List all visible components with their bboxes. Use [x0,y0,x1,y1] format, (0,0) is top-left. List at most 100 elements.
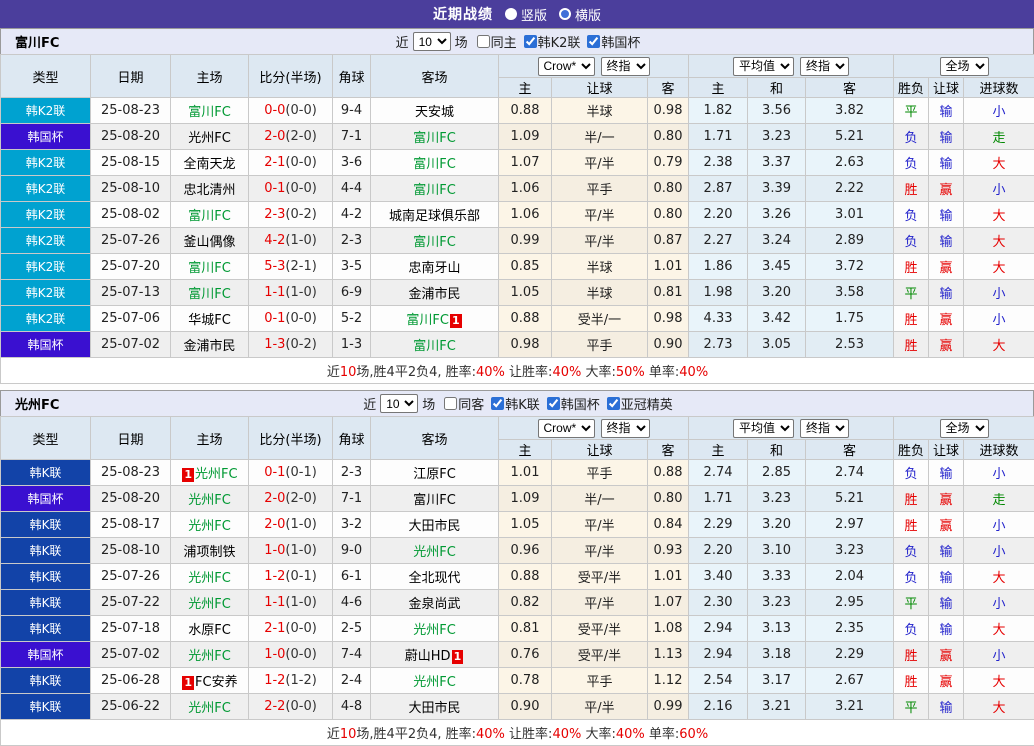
match-row: 韩K联25-08-17光州FC2-0(1-0)3-2大田市民1.05平/半0.8… [1,512,1034,538]
filter-checkbox[interactable]: 韩国杯 [587,32,640,51]
odds-cell: 3.45 [748,254,806,280]
league-badge: 韩国杯 [1,332,91,358]
fulltime-score: 2-2 [264,699,285,714]
odds-source-select[interactable]: 平均值 [733,419,794,438]
rank-badge: 1 [182,676,194,690]
odds-cell: 3.13 [748,616,806,642]
fulltime-score: 2-3 [264,207,285,222]
match-row: 韩K联25-06-22光州FC2-2(0-0)4-8大田市民0.90平/半0.9… [1,694,1034,720]
odds-source-select[interactable]: 终指 [800,419,849,438]
date-cell: 25-06-28 [91,668,171,694]
odds-cell: 1.82 [689,98,748,124]
team-link: 光州FC [188,597,231,612]
filter-checkbox-input[interactable] [524,35,537,48]
filter-checkbox-input[interactable] [547,397,560,410]
filter-checkbox[interactable]: 同客 [444,394,484,413]
halftime-score: (0-2) [285,337,316,352]
odds-cell: 平手 [552,668,648,694]
summary-part: 40% [679,365,708,380]
odds-source-select[interactable]: Crow* [538,57,595,76]
recent-count-select[interactable]: 10 [380,394,418,413]
near-label: 近 [363,394,376,413]
odds-source-header-group: 全场 [894,417,1034,440]
odds-source-select[interactable]: 平均值 [733,57,794,76]
odds-source-select[interactable]: 全场 [940,419,989,438]
odds-column-header: 客 [806,440,894,460]
result-cell: 赢 [929,486,964,512]
odds-source-select[interactable]: 终指 [601,57,650,76]
column-header: 类型 [1,55,91,98]
date-cell: 25-08-10 [91,176,171,202]
match-row: 韩K2联25-08-10忠北清州0-1(0-0)4-4富川FC1.06平手0.8… [1,176,1034,202]
halftime-score: (0-0) [285,155,316,170]
filter-checkbox[interactable]: 同主 [477,32,517,51]
odds-cell: 1.09 [499,486,552,512]
odds-cell: 2.73 [689,332,748,358]
summary-part: 40% [616,727,645,742]
corner-cell: 5-2 [333,306,371,332]
checkbox-label: 韩K2联 [538,32,581,51]
odds-cell: 3.40 [689,564,748,590]
corner-cell: 2-3 [333,460,371,486]
league-badge: 韩K2联 [1,202,91,228]
odds-cell: 1.75 [806,306,894,332]
league-badge: 韩K2联 [1,228,91,254]
result-cell: 胜 [894,254,929,280]
team-link: 光州FC [188,131,231,146]
layout-radio-vertical[interactable]: 竖版 [505,5,547,24]
summary-row: 近10场,胜4平2负4, 胜率:40% 让胜率:40% 大率:50% 单率:40… [1,358,1034,384]
odds-cell: 2.35 [806,616,894,642]
odds-column-header: 让球 [929,78,964,98]
odds-source-select[interactable]: 全场 [940,57,989,76]
filter-checkbox[interactable]: 韩K2联 [524,32,581,51]
odds-column-header: 和 [748,440,806,460]
odds-column-header: 客 [648,78,689,98]
corner-cell: 3-2 [333,512,371,538]
odds-cell: 1.71 [689,486,748,512]
fulltime-score: 2-0 [264,517,285,532]
recent-count-select[interactable]: 10 [413,32,451,51]
result-cell: 负 [894,616,929,642]
filter-checkbox-input[interactable] [491,397,504,410]
odds-column-header: 让球 [552,440,648,460]
team-link: 光州FC [413,623,456,638]
odds-source-select[interactable]: 终指 [800,57,849,76]
filter-checkbox-input[interactable] [587,35,600,48]
checkbox-label: 同主 [491,32,517,51]
summary-part: 50% [616,365,645,380]
radio-selected-icon [505,8,517,20]
corner-cell: 9-0 [333,538,371,564]
away-team-cell: 全北现代 [371,564,499,590]
filter-checkbox[interactable]: 韩国杯 [547,394,600,413]
odds-cell: 3.42 [748,306,806,332]
near-label: 近 [396,32,409,51]
fulltime-score: 1-1 [264,595,285,610]
checkbox-label: 韩国杯 [601,32,640,51]
odds-cell: 0.87 [648,228,689,254]
corner-cell: 4-2 [333,202,371,228]
filter-checkbox-input[interactable] [477,35,490,48]
filter-checkbox-input[interactable] [444,397,457,410]
summary-part: 40% [476,727,505,742]
date-cell: 25-07-18 [91,616,171,642]
halftime-score: (1-0) [285,517,316,532]
team-link: 富川FC [413,339,456,354]
odds-source-select[interactable]: 终指 [601,419,650,438]
team-link: 水原FC [188,623,231,638]
team-link: 光州FC [188,649,231,664]
home-team-cell: 光州FC [171,512,249,538]
away-team-cell: 富川FC [371,332,499,358]
odds-cell: 2.63 [806,150,894,176]
odds-cell: 3.18 [748,642,806,668]
team-link: 大田市民 [408,519,460,534]
odds-source-select[interactable]: Crow* [538,419,595,438]
filter-checkbox[interactable]: 亚冠精英 [607,394,673,413]
odds-cell: 3.33 [748,564,806,590]
odds-column-header: 客 [648,440,689,460]
filter-checkbox[interactable]: 韩K联 [491,394,540,413]
layout-radio-horizontal[interactable]: 横版 [559,5,601,24]
team-name: 富川FC [15,32,59,51]
filter-checkbox-input[interactable] [607,397,620,410]
odds-cell: 1.86 [689,254,748,280]
page-title: 近期战绩 [433,4,493,24]
